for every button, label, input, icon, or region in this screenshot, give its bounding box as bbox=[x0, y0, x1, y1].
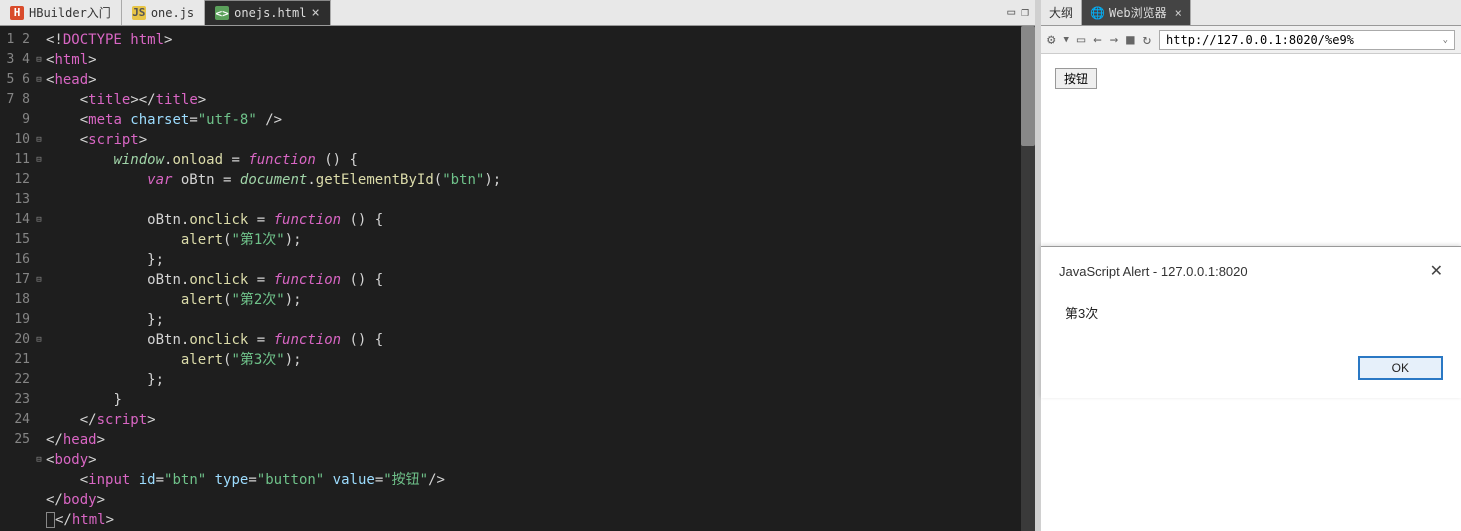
html-icon: <> bbox=[215, 6, 229, 20]
tab-spacer bbox=[331, 0, 1001, 25]
tab-label: one.js bbox=[151, 6, 194, 20]
device-icon[interactable]: ▭ bbox=[1077, 32, 1085, 48]
side-tab-bar: 大纲 🌐 Web浏览器 × bbox=[1041, 0, 1461, 26]
ok-button[interactable]: OK bbox=[1358, 356, 1443, 380]
tab-outline[interactable]: 大纲 bbox=[1041, 0, 1082, 25]
globe-icon: 🌐 bbox=[1090, 6, 1105, 20]
tab-web-browser[interactable]: 🌐 Web浏览器 × bbox=[1082, 0, 1191, 25]
tab-label: 大纲 bbox=[1049, 4, 1073, 21]
code-area[interactable]: <!DOCTYPE html> <html> <head> <title></t… bbox=[42, 26, 1021, 531]
editor-tab-bar: H HBuilder入门 JS one.js <> onejs.html × ▭… bbox=[0, 0, 1035, 26]
alert-title: JavaScript Alert - 127.0.0.1:8020 bbox=[1059, 264, 1248, 279]
browser-content: 按钮 JavaScript Alert - 127.0.0.1:8020 ✕ 第… bbox=[1041, 54, 1461, 531]
tab-label: Web浏览器 bbox=[1109, 4, 1167, 21]
browser-toolbar: ⚙ ▼ ▭ ← → ■ ↻ http://127.0.0.1:8020/%e9%… bbox=[1041, 26, 1461, 54]
tab-one-js[interactable]: JS one.js bbox=[122, 0, 205, 25]
chevron-down-icon[interactable]: ⌄ bbox=[1443, 35, 1448, 45]
close-icon[interactable]: ✕ bbox=[1430, 261, 1443, 281]
js-icon: JS bbox=[132, 6, 146, 20]
gear-icon[interactable]: ⚙ bbox=[1047, 32, 1055, 48]
scroll-thumb[interactable] bbox=[1021, 26, 1035, 146]
tab-label: onejs.html bbox=[234, 6, 306, 20]
side-panel: 大纲 🌐 Web浏览器 × ⚙ ▼ ▭ ← → ■ ↻ http://127.0… bbox=[1041, 0, 1461, 531]
refresh-icon[interactable]: ↻ bbox=[1143, 32, 1151, 48]
stop-icon[interactable]: ■ bbox=[1126, 32, 1134, 48]
forward-icon[interactable]: → bbox=[1110, 32, 1118, 48]
alert-message: 第3次 bbox=[1065, 303, 1443, 322]
restore-icon[interactable]: ❐ bbox=[1021, 5, 1029, 20]
editor-panel: H HBuilder入门 JS one.js <> onejs.html × ▭… bbox=[0, 0, 1035, 531]
hbuilder-icon: H bbox=[10, 6, 24, 20]
url-input[interactable]: http://127.0.0.1:8020/%e9% ⌄ bbox=[1159, 30, 1455, 50]
alert-dialog: JavaScript Alert - 127.0.0.1:8020 ✕ 第3次 … bbox=[1041, 246, 1461, 398]
chevron-down-icon[interactable]: ▼ bbox=[1063, 35, 1068, 45]
back-icon[interactable]: ← bbox=[1093, 32, 1101, 48]
tab-onejs-html[interactable]: <> onejs.html × bbox=[205, 0, 331, 25]
close-icon[interactable]: × bbox=[311, 5, 319, 21]
url-text: http://127.0.0.1:8020/%e9% bbox=[1166, 33, 1354, 47]
scrollbar-vertical[interactable] bbox=[1021, 26, 1035, 531]
tab-hbuilder-intro[interactable]: H HBuilder入门 bbox=[0, 0, 122, 25]
alert-footer: OK bbox=[1059, 356, 1443, 380]
tab-label: HBuilder入门 bbox=[29, 4, 111, 21]
minimize-icon[interactable]: ▭ bbox=[1007, 5, 1015, 20]
tab-controls: ▭ ❐ bbox=[1001, 0, 1035, 25]
close-icon[interactable]: × bbox=[1175, 6, 1182, 20]
line-gutter: 1 2 3 4 5 6 7 8 9 10 11 12 13 14 15 16 1… bbox=[0, 26, 36, 531]
editor-body: 1 2 3 4 5 6 7 8 9 10 11 12 13 14 15 16 1… bbox=[0, 26, 1035, 531]
page-button[interactable]: 按钮 bbox=[1055, 68, 1097, 89]
alert-header: JavaScript Alert - 127.0.0.1:8020 ✕ bbox=[1059, 261, 1443, 281]
